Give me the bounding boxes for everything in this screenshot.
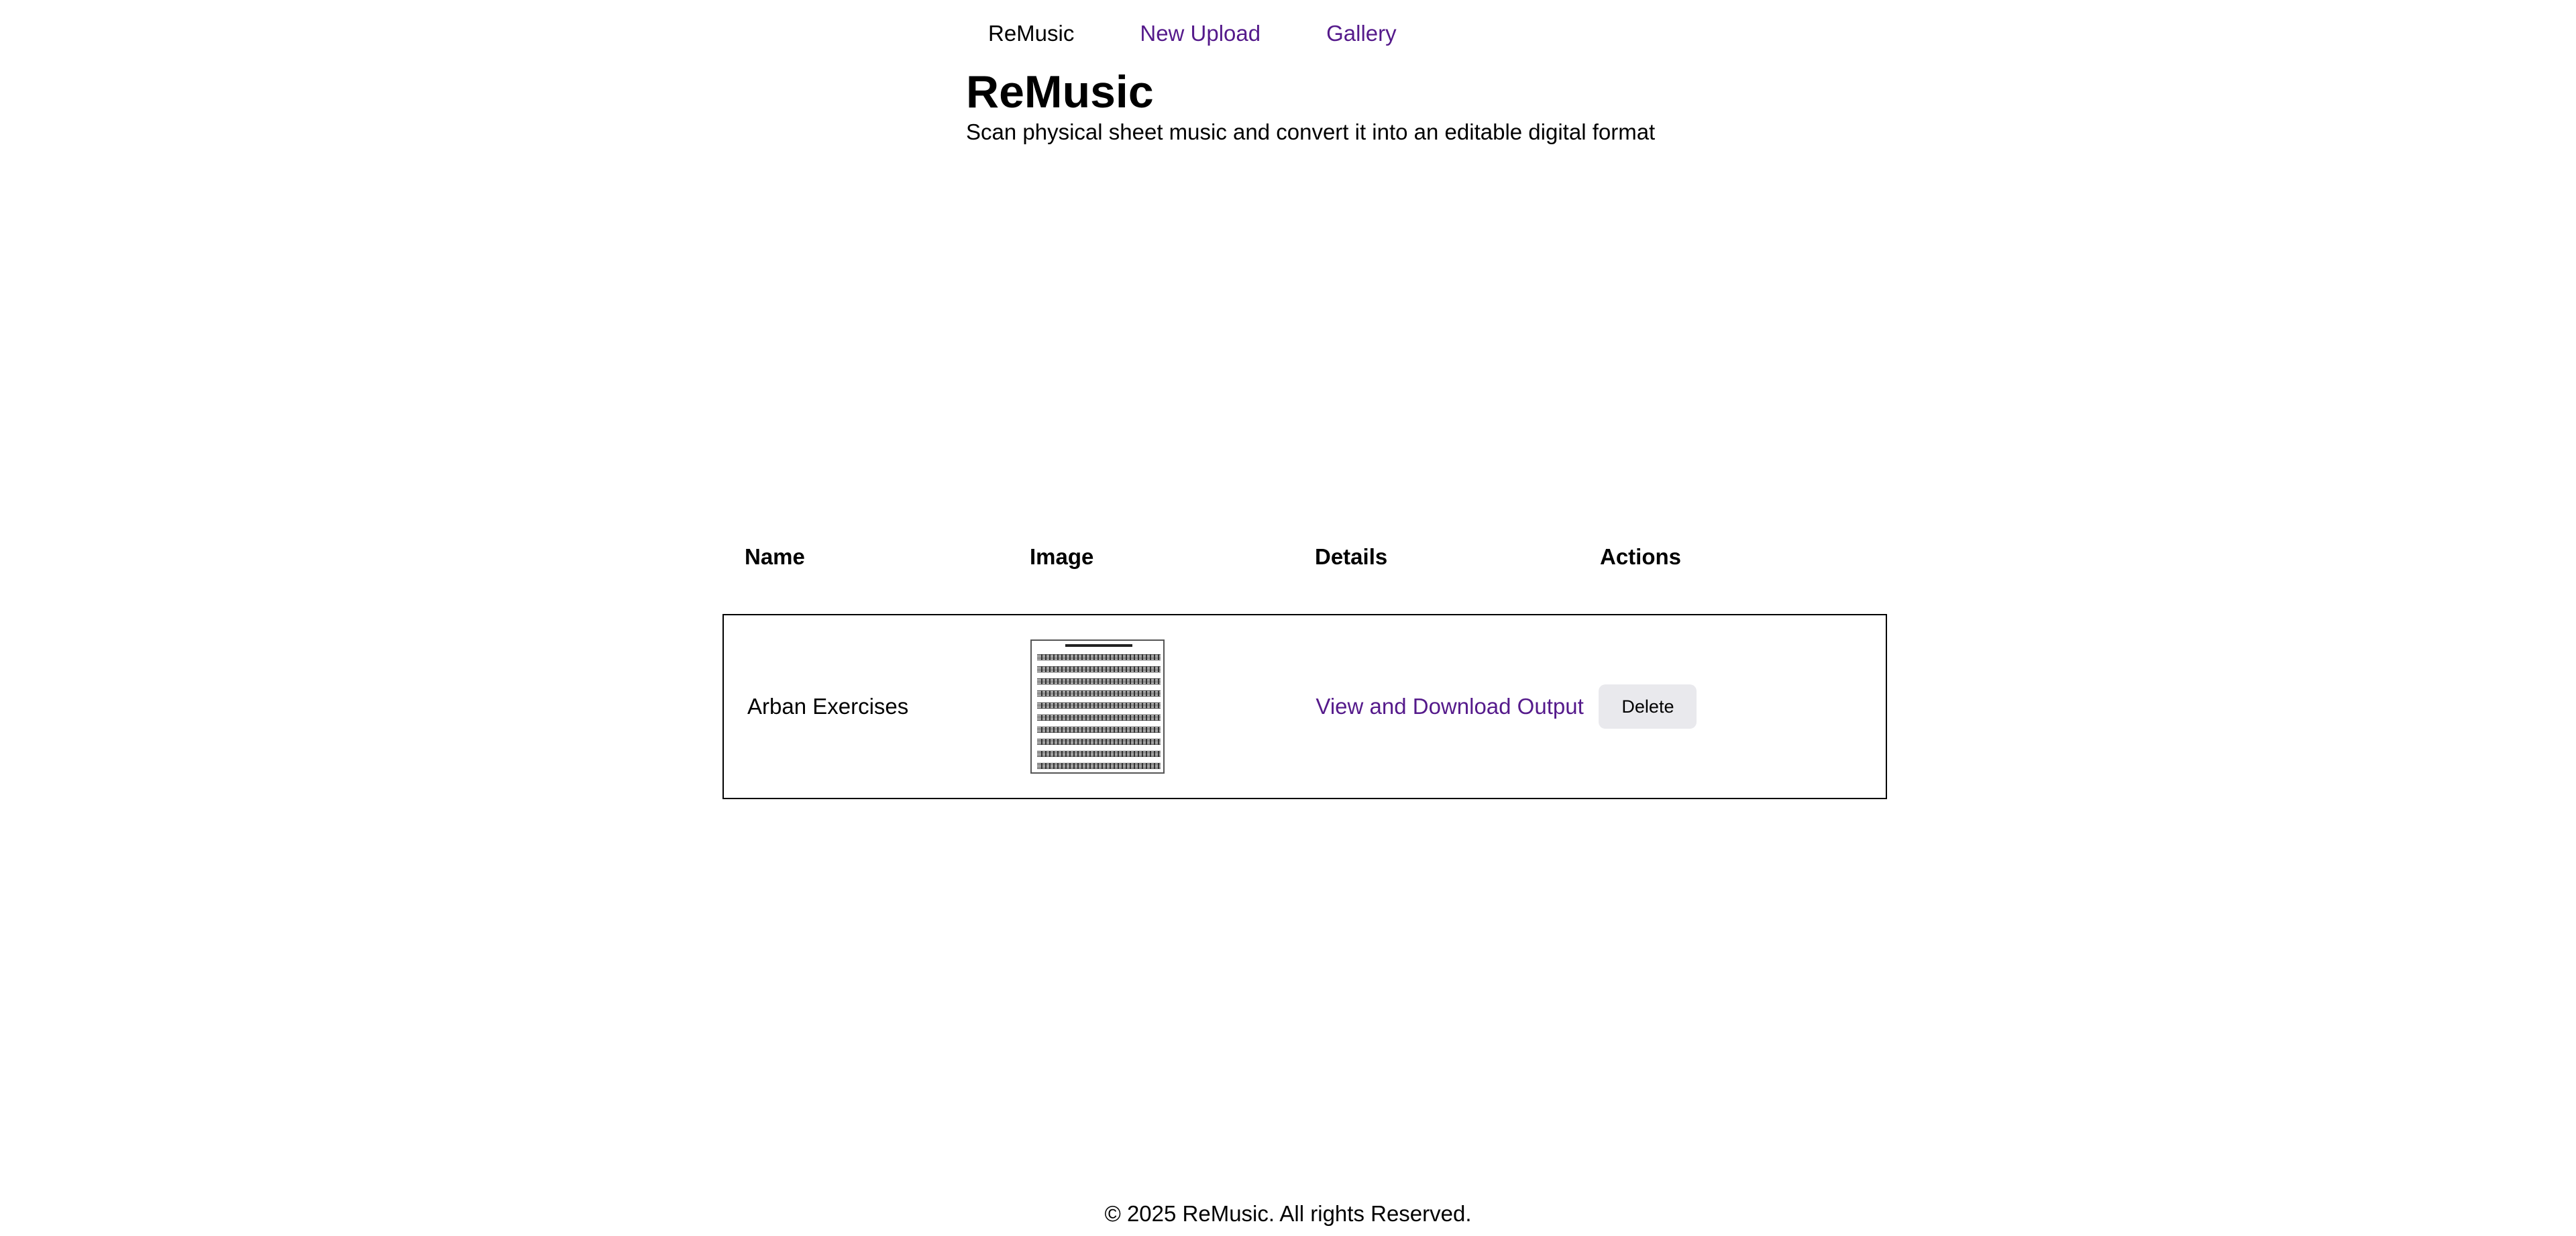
page-header: ReMusic Scan physical sheet music and co… — [966, 64, 1655, 145]
note-marks — [1040, 690, 1159, 697]
nav-link-new-upload[interactable]: New Upload — [1140, 21, 1260, 46]
sheet-music-thumbnail — [1030, 639, 1165, 774]
row-image-cell — [1008, 639, 1293, 774]
note-marks — [1040, 703, 1159, 709]
page-title: ReMusic — [966, 66, 1154, 117]
footer-copyright: © 2025 ReMusic. All rights Reserved. — [1104, 1201, 1472, 1226]
note-marks — [1040, 666, 1159, 672]
column-header-actions: Actions — [1600, 544, 1682, 569]
page-footer: © 2025 ReMusic. All rights Reserved. — [0, 1201, 2576, 1227]
top-nav: ReMusic New Upload Gallery — [966, 20, 1397, 47]
row-details-cell: View and Download Output — [1292, 694, 1583, 719]
page: ReMusic New Upload Gallery ReMusic Scan … — [0, 0, 2576, 1236]
nav-link-gallery[interactable]: Gallery — [1326, 21, 1397, 46]
note-marks — [1040, 763, 1159, 769]
page-subtitle: Scan physical sheet music and convert it… — [966, 119, 1656, 144]
row-name: Arban Exercises — [747, 694, 909, 719]
delete-button[interactable]: Delete — [1599, 684, 1697, 729]
note-marks — [1040, 727, 1159, 733]
nav-brand-link[interactable]: ReMusic — [988, 21, 1074, 46]
row-actions-cell: Delete — [1577, 684, 1886, 729]
uploads-table: Name Image Details Actions Arban Exercis… — [722, 533, 1887, 799]
column-header-details: Details — [1315, 544, 1388, 569]
note-marks — [1040, 715, 1159, 721]
column-header-name: Name — [745, 544, 805, 569]
note-marks — [1040, 751, 1159, 757]
thumbnail-title-mark — [1065, 644, 1132, 647]
view-download-output-link[interactable]: View and Download Output — [1316, 694, 1583, 719]
note-marks — [1040, 654, 1159, 660]
note-marks — [1040, 739, 1159, 745]
table-header-row: Name Image Details Actions — [722, 533, 1887, 580]
column-header-image: Image — [1030, 544, 1094, 569]
table-row: Arban Exercises View and Download Output… — [722, 614, 1887, 799]
note-marks — [1040, 678, 1159, 684]
